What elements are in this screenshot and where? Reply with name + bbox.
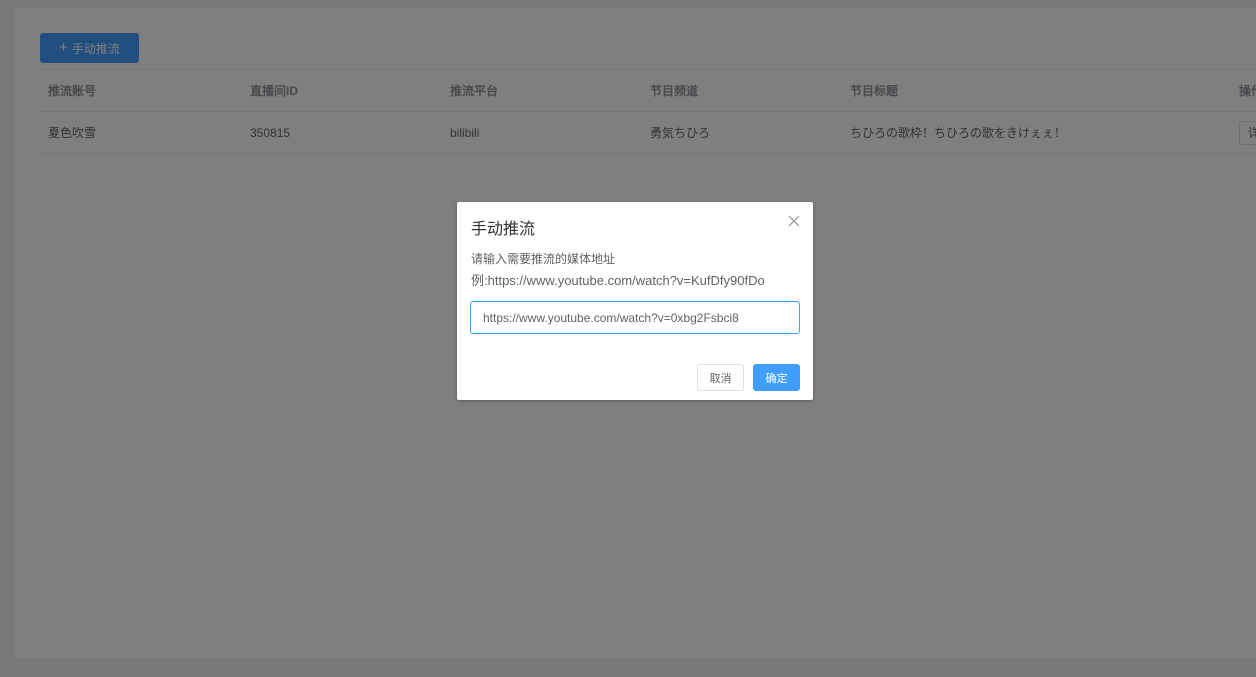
manual-push-dialog: 手动推流 请输入需要推流的媒体地址 例:https://www.youtube.… xyxy=(457,202,813,400)
confirm-button[interactable]: 确定 xyxy=(753,364,800,391)
dialog-title: 手动推流 xyxy=(471,221,536,238)
dialog-example: 例:https://www.youtube.com/watch?v=KufDfy… xyxy=(471,273,765,288)
cancel-button[interactable]: 取消 xyxy=(697,364,744,391)
close-icon[interactable] xyxy=(787,215,801,229)
media-url-input[interactable] xyxy=(470,301,800,334)
dialog-prompt: 请输入需要推流的媒体地址 xyxy=(471,252,616,266)
